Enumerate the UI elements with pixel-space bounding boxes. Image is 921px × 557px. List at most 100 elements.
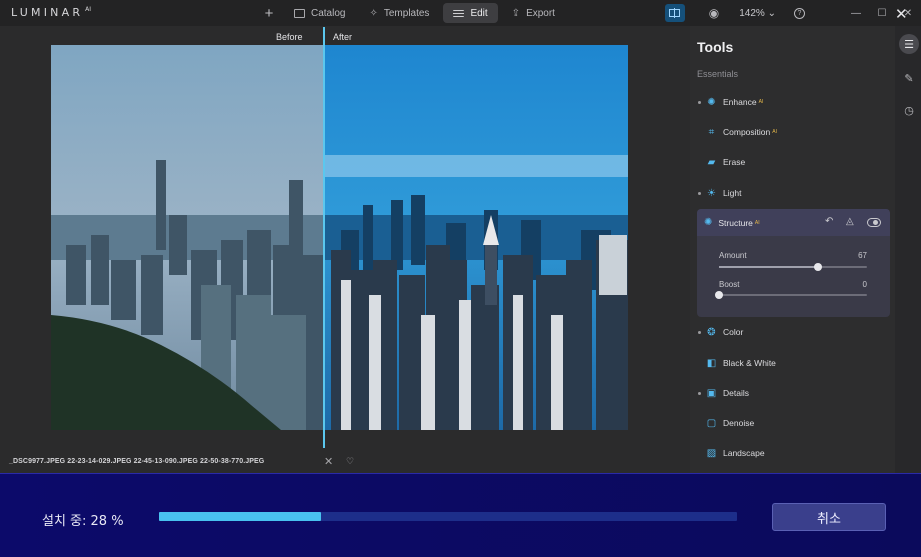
install-status: 설치 중: 28 %	[42, 514, 124, 529]
add-photos-button[interactable]: +	[258, 5, 280, 22]
tab-templates-label: Templates	[383, 7, 430, 19]
before-after-divider[interactable]	[323, 27, 325, 448]
city-photo	[51, 45, 628, 430]
tab-catalog[interactable]: Catalog	[284, 3, 355, 23]
tab-export[interactable]: ⇪ Export	[502, 3, 565, 23]
panel-title: Tools	[697, 39, 734, 55]
photo-preview[interactable]	[51, 45, 628, 430]
tab-edit-label: Edit	[470, 7, 488, 19]
zoom-select[interactable]: 142% ⌄	[739, 8, 776, 19]
app-logo-sup: AI	[85, 6, 92, 13]
amount-slider-fill	[719, 266, 819, 268]
tool-enhance[interactable]: ✺ Enhance AI	[697, 91, 889, 113]
tab-catalog-label: Catalog	[311, 7, 346, 19]
denoise-icon: ▢	[706, 417, 717, 429]
edited-dot	[698, 391, 701, 395]
tool-black-white-label: Black & White	[723, 358, 776, 368]
amount-slider[interactable]	[719, 263, 867, 271]
amount-slider-handle[interactable]	[814, 263, 823, 271]
color-circles-icon: ❂	[707, 326, 716, 338]
crop-icon: ⌗	[708, 126, 715, 138]
tool-color-label: Color	[723, 327, 744, 337]
tab-edit[interactable]: Edit	[443, 3, 498, 23]
tool-landscape-label: Landscape	[723, 448, 765, 458]
tool-landscape[interactable]: ▨ Landscape	[697, 442, 889, 464]
help-icon[interactable]: ?	[794, 7, 805, 19]
top-bar: LUMINAR AI + Catalog ✧ Templates Edit ⇪ Exp…	[0, 0, 921, 26]
tool-composition-label: Composition	[723, 127, 771, 137]
history-clock-icon[interactable]: ◷	[899, 100, 919, 120]
half-square-icon: ◧	[706, 357, 717, 369]
visibility-toggle[interactable]	[867, 218, 881, 227]
filename-label: _DSC9977.JPEG 22-23-14-029.JPEG 22-45-13…	[9, 458, 265, 465]
amount-label: Amount	[719, 251, 747, 260]
structure-icon: ✺	[704, 217, 713, 228]
tool-details-label: Details	[723, 388, 749, 398]
tool-light[interactable]: ☀ Light	[697, 182, 889, 204]
boost-label: Boost	[719, 280, 740, 289]
before-label: Before	[276, 32, 303, 42]
favorite-icon[interactable]: ♡	[346, 456, 354, 467]
app-logo: LUMINAR AI	[11, 6, 91, 19]
sun-icon: ☀	[707, 187, 716, 199]
tool-color[interactable]: ❂ Color	[697, 321, 889, 343]
tool-structure-label: Structure	[718, 217, 753, 228]
minimize-button[interactable]: —	[843, 8, 869, 19]
progress-fill	[159, 512, 321, 521]
boost-slider-handle[interactable]	[715, 291, 723, 299]
tool-denoise-label: Denoise	[723, 418, 755, 428]
enhance-icon: ✺	[707, 96, 716, 108]
upload-icon: ⇪	[511, 7, 521, 19]
amount-value: 67	[858, 251, 867, 260]
luminar-window: LUMINAR AI + Catalog ✧ Templates Edit ⇪ Exp…	[0, 0, 921, 557]
tool-composition[interactable]: ⌗ Composition AI	[697, 121, 889, 143]
brush-icon[interactable]: ✎	[899, 68, 919, 88]
right-rail: ☰ ✎ ◷	[895, 26, 921, 473]
details-icon: ▣	[706, 387, 717, 399]
ai-badge: AI	[758, 99, 764, 105]
tool-structure-header[interactable]: ✺ Structure AI	[697, 209, 890, 236]
eraser-icon: ▰	[707, 156, 716, 168]
tool-structure-panel: ✺ Structure AI ↶ ◬ Amount 67 Boost 0	[697, 209, 890, 317]
boost-value: 0	[862, 280, 867, 289]
cancel-button[interactable]: 취소	[772, 503, 886, 531]
tool-light-label: Light	[723, 188, 742, 198]
tool-denoise[interactable]: ▢ Denoise	[697, 412, 889, 434]
mask-icon[interactable]: ◬	[846, 216, 854, 227]
image-canvas[interactable]: Before After _DSC9977.JPEG 22-23-14-029.…	[0, 26, 690, 473]
edited-dot	[698, 330, 701, 334]
tool-erase-label: Erase	[723, 157, 746, 167]
app-logo-text: LUMINAR	[11, 6, 84, 19]
edited-dot	[698, 100, 701, 104]
maximize-button[interactable]: ☐	[869, 8, 895, 19]
tool-details[interactable]: ▣ Details	[697, 382, 889, 404]
sliders-icon	[453, 9, 465, 17]
sparkle-icon: ✧	[369, 7, 378, 19]
boost-slider[interactable]	[715, 291, 867, 299]
ai-badge: AI	[754, 219, 760, 226]
chevron-down-icon: ⌄	[767, 7, 776, 19]
tab-templates[interactable]: ✧ Templates	[359, 3, 439, 23]
edited-dot	[698, 191, 701, 195]
close-panel-icon[interactable]: ✕	[895, 5, 908, 23]
install-progress-bar: 설치 중: 28 % 취소	[0, 473, 921, 557]
tool-erase[interactable]: ▰ Erase	[697, 151, 889, 173]
folder-icon	[294, 8, 305, 18]
top-nav: + Catalog ✧ Templates Edit ⇪ Export	[258, 0, 565, 26]
tool-enhance-label: Enhance	[723, 97, 757, 107]
after-label: After	[333, 32, 353, 42]
zoom-value: 142%	[739, 7, 765, 19]
tool-black-white[interactable]: ◧ Black & White	[697, 352, 889, 374]
section-essentials: Essentials	[697, 69, 739, 79]
top-right-controls: ◉ 142% ⌄ ? — ☐ ✕	[664, 0, 921, 26]
reject-icon[interactable]: ✕	[324, 455, 333, 468]
eye-icon[interactable]: ◉	[709, 6, 719, 20]
progress-track	[159, 512, 737, 521]
compare-icon	[669, 8, 681, 18]
tab-export-label: Export	[526, 7, 555, 19]
compare-toggle-button[interactable]	[664, 4, 685, 22]
reset-icon[interactable]: ↶	[825, 216, 833, 227]
landscape-icon: ▨	[706, 447, 717, 459]
ai-badge: AI	[772, 129, 777, 135]
tools-sliders-icon[interactable]: ☰	[899, 34, 919, 54]
